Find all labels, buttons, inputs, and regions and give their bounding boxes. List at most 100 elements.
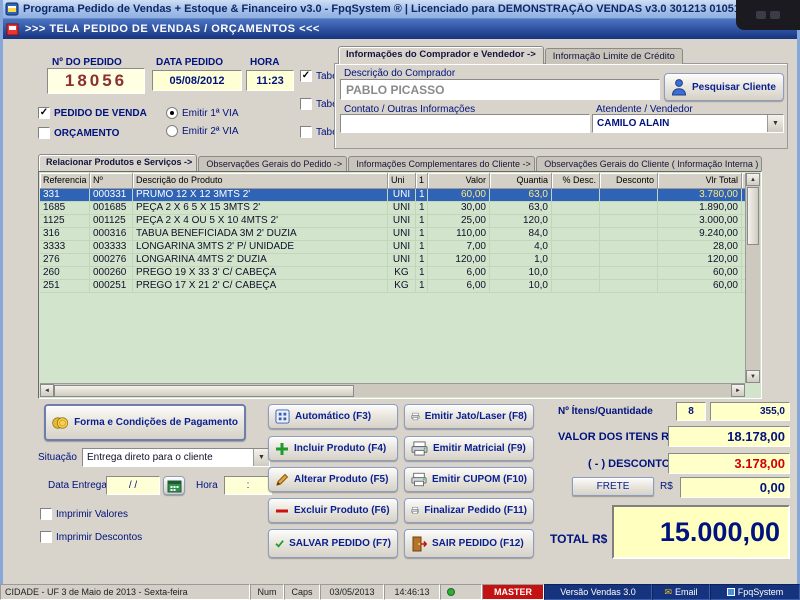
grid-header-row: ReferenciaNºDescrição do ProdutoUni1Valo… [40, 173, 745, 189]
table-row[interactable]: 3333003333LONGARINA 3MTS 2' P/ UNIDADEUN… [40, 241, 745, 254]
horizontal-scroll-thumb[interactable] [54, 385, 354, 397]
pesquisar-cliente-button[interactable]: Pesquisar Cliente [664, 73, 784, 101]
hora-entrega-label: Hora [196, 480, 218, 491]
table-cell: PREGO 19 X 33 3' C/ CABEÇA [133, 267, 388, 279]
tab-observacoes-pedido[interactable]: Observações Gerais do Pedido -> [198, 156, 347, 171]
orcamento-checkbox[interactable]: ORÇAMENTO [38, 127, 119, 139]
table-cell [552, 189, 600, 201]
table-row[interactable]: 1125001125PEÇA 2 X 4 OU 5 X 10 4MTS 2'UN… [40, 215, 745, 228]
printer-icon [411, 441, 428, 456]
total-label: TOTAL R$ [550, 532, 607, 546]
emitir-2via-radio[interactable]: Emitir 2ª VIA [166, 125, 239, 137]
tab-informacoes-complementares[interactable]: Informações Complementares do Cliente -> [348, 156, 535, 171]
tab-relacionar-produtos[interactable]: Relacionar Produtos e Serviços -> [38, 154, 197, 171]
button-label: Emitir CUPOM (F10) [432, 474, 527, 485]
frete-button[interactable]: FRETE [572, 477, 654, 496]
descricao-comprador-label: Descrição do Comprador [344, 68, 455, 79]
vertical-scrollbar[interactable]: ▲ ▼ [745, 173, 760, 383]
table-row[interactable]: 260000260PREGO 19 X 33 3' C/ CABEÇAKG16,… [40, 267, 745, 280]
excluir-produto-button[interactable]: Excluir Produto (F6) [268, 498, 398, 523]
table-row[interactable]: 331000331PRUMO 12 X 12 3MTS 2'UNI160,006… [40, 189, 745, 202]
scroll-up-icon[interactable]: ▲ [746, 173, 760, 186]
finalizar-pedido-button[interactable]: Finalizar Pedido (F11) [404, 498, 534, 523]
table-cell: 1 [416, 254, 428, 266]
table-cell: 000260 [90, 267, 133, 279]
overlay-button[interactable] [770, 11, 780, 19]
table-cell: 10,0 [490, 267, 552, 279]
chevron-down-icon[interactable]: ▼ [767, 115, 783, 132]
table-cell: 000276 [90, 254, 133, 266]
checkbox-label: Imprimir Valores [56, 509, 128, 520]
table-cell: 1 [416, 280, 428, 292]
emitir-jato-laser-button[interactable]: Emitir Jato/Laser (F8) [404, 404, 534, 429]
status-led [447, 588, 455, 596]
incluir-produto-button[interactable]: Incluir Produto (F4) [268, 436, 398, 461]
table-cell: 4,0 [490, 241, 552, 253]
check-icon [275, 536, 284, 551]
button-label: SALVAR PEDIDO (F7) [289, 538, 391, 549]
status-brand[interactable]: FpqSystem [710, 584, 800, 600]
data-entrega-field[interactable]: / / [106, 476, 160, 495]
table-row[interactable]: 251000251PREGO 17 X 21 2' C/ CABEÇAKG16,… [40, 280, 745, 293]
table-row[interactable]: 276000276LONGARINA 4MTS 2' DUZIAUNI1120,… [40, 254, 745, 267]
table-cell: UNI [388, 228, 416, 240]
pedido-venda-checkbox[interactable]: ✓ PEDIDO DE VENDA [38, 107, 147, 119]
emitir-1via-radio[interactable]: Emitir 1ª VIA [166, 107, 239, 119]
hora-entrega-value: : [247, 480, 250, 491]
emitir-matricial-button[interactable]: Emitir Matricial (F9) [404, 436, 534, 461]
contato-input[interactable] [340, 114, 590, 133]
grid-header-cell: 1 [416, 173, 428, 189]
tab-limite-credito[interactable]: Informação Limite de Crédito [545, 48, 683, 64]
table-cell [600, 202, 658, 214]
vertical-scroll-thumb[interactable] [747, 187, 759, 245]
frete-field[interactable]: 0,00 [680, 477, 790, 498]
desconto-value: 3.178,00 [734, 456, 785, 471]
tab-comprador-vendedor[interactable]: Informações do Comprador e Vendedor -> [338, 46, 544, 64]
table-row[interactable]: 316000316TABUA BENEFICIADA 3M 2' DUZIAUN… [40, 228, 745, 241]
button-label: Alterar Produto (F5) [294, 474, 388, 485]
emitir-cupom-button[interactable]: Emitir CUPOM (F10) [404, 467, 534, 492]
overlay-widget[interactable] [736, 0, 800, 30]
button-label: Forma e Condições de Pagamento [74, 417, 238, 428]
table-cell: 1 [416, 202, 428, 214]
sair-pedido-button[interactable]: SAIR PEDIDO (F12) [404, 529, 534, 558]
scroll-left-icon[interactable]: ◄ [40, 384, 54, 397]
data-entrega-value: / / [129, 480, 137, 491]
table-cell: 1 [416, 267, 428, 279]
overlay-button[interactable] [756, 11, 766, 19]
descricao-comprador-field[interactable]: PABLO PICASSO [340, 79, 660, 100]
grid-header-cell: % Desc. [552, 173, 600, 189]
alterar-produto-button[interactable]: Alterar Produto (F5) [268, 467, 398, 492]
table-cell: PRUMO 12 X 12 3MTS 2' [133, 189, 388, 201]
automatico-button[interactable]: Automático (F3) [268, 404, 398, 429]
status-user-badge: MASTER [482, 584, 544, 600]
situacao-dropdown[interactable]: Entrega direto para o cliente ▼ [82, 448, 270, 467]
scroll-down-icon[interactable]: ▼ [746, 370, 760, 383]
order-number-field: 18056 [47, 68, 145, 94]
table-cell [600, 228, 658, 240]
tab-observacoes-cliente[interactable]: Observações Gerais do Cliente ( Informaç… [536, 156, 762, 171]
table-cell: 1 [416, 241, 428, 253]
imprimir-descontos-checkbox[interactable]: Imprimir Descontos [40, 531, 142, 543]
calendar-button[interactable] [163, 476, 185, 495]
table-cell: 1 [416, 215, 428, 227]
hora-entrega-field[interactable]: : [224, 476, 272, 495]
status-email[interactable]: ✉Email [652, 584, 710, 600]
table-cell [552, 241, 600, 253]
table-cell: 276 [40, 254, 90, 266]
table-cell: 63,0 [490, 189, 552, 201]
table-cell [552, 280, 600, 292]
table-cell: 110,00 [428, 228, 490, 240]
salvar-pedido-button[interactable]: SALVAR PEDIDO (F7) [268, 529, 398, 558]
forma-pagamento-button[interactable]: Forma e Condições de Pagamento [44, 404, 246, 441]
frete-rs-label: R$ [660, 481, 673, 492]
scroll-right-icon[interactable]: ► [731, 384, 745, 397]
table-cell: 003333 [90, 241, 133, 253]
table-row[interactable]: 1685001685PEÇA 2 X 6 5 X 15 3MTS 2'UNI13… [40, 202, 745, 215]
chevron-down-icon[interactable]: ▼ [253, 449, 269, 466]
imprimir-valores-checkbox[interactable]: Imprimir Valores [40, 508, 128, 520]
table-cell: 1 [416, 228, 428, 240]
order-time-field: 11:23 [246, 70, 294, 91]
atendente-dropdown[interactable]: CAMILO ALAIN ▼ [592, 114, 784, 133]
horizontal-scrollbar[interactable]: ◄ ► [40, 383, 745, 397]
